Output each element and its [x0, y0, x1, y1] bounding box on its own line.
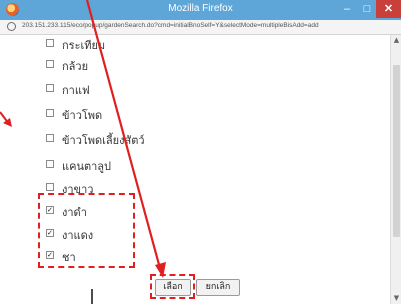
address-bar[interactable]: 203.151.233.115/eco/popup/gardenSearch.d…	[0, 20, 401, 35]
annotation-highlight-checked-items	[38, 193, 135, 268]
scroll-up-icon[interactable]: ▲	[391, 35, 401, 46]
item-label: แคนตาลูป	[62, 160, 112, 173]
checkbox[interactable]	[46, 60, 54, 68]
site-info-icon[interactable]	[7, 22, 16, 31]
close-button[interactable]: ✕	[376, 0, 401, 18]
minimize-button[interactable]: –	[336, 0, 358, 18]
checkbox[interactable]	[46, 109, 54, 117]
item-label: ข้าวโพดเลี้ยงสัตว์	[62, 134, 145, 147]
vertical-scrollbar[interactable]: ▲ ▼	[390, 35, 401, 304]
title-bar: Mozilla Firefox – □ ✕	[0, 0, 401, 21]
url-text[interactable]: 203.151.233.115/eco/popup/gardenSearch.d…	[22, 22, 394, 29]
checkbox[interactable]	[46, 84, 54, 92]
checkbox[interactable]	[46, 183, 54, 191]
item-label: กาแฟ	[62, 84, 90, 97]
checkbox[interactable]	[46, 39, 54, 47]
checkbox[interactable]	[46, 160, 54, 168]
browser-window: Mozilla Firefox – □ ✕ 203.151.233.115/ec…	[0, 0, 401, 304]
scroll-down-icon[interactable]: ▼	[391, 293, 401, 304]
scrollbar-thumb[interactable]	[393, 65, 400, 237]
item-label: ข้าวโพด	[62, 109, 103, 122]
checkbox[interactable]	[46, 134, 54, 142]
annotation-highlight-select-button	[150, 274, 195, 299]
maximize-button[interactable]: □	[358, 0, 376, 18]
item-label: กล้วย	[62, 60, 89, 73]
cancel-button[interactable]: ยกเลิก	[196, 279, 240, 296]
item-label: กระเทียม	[62, 39, 106, 52]
